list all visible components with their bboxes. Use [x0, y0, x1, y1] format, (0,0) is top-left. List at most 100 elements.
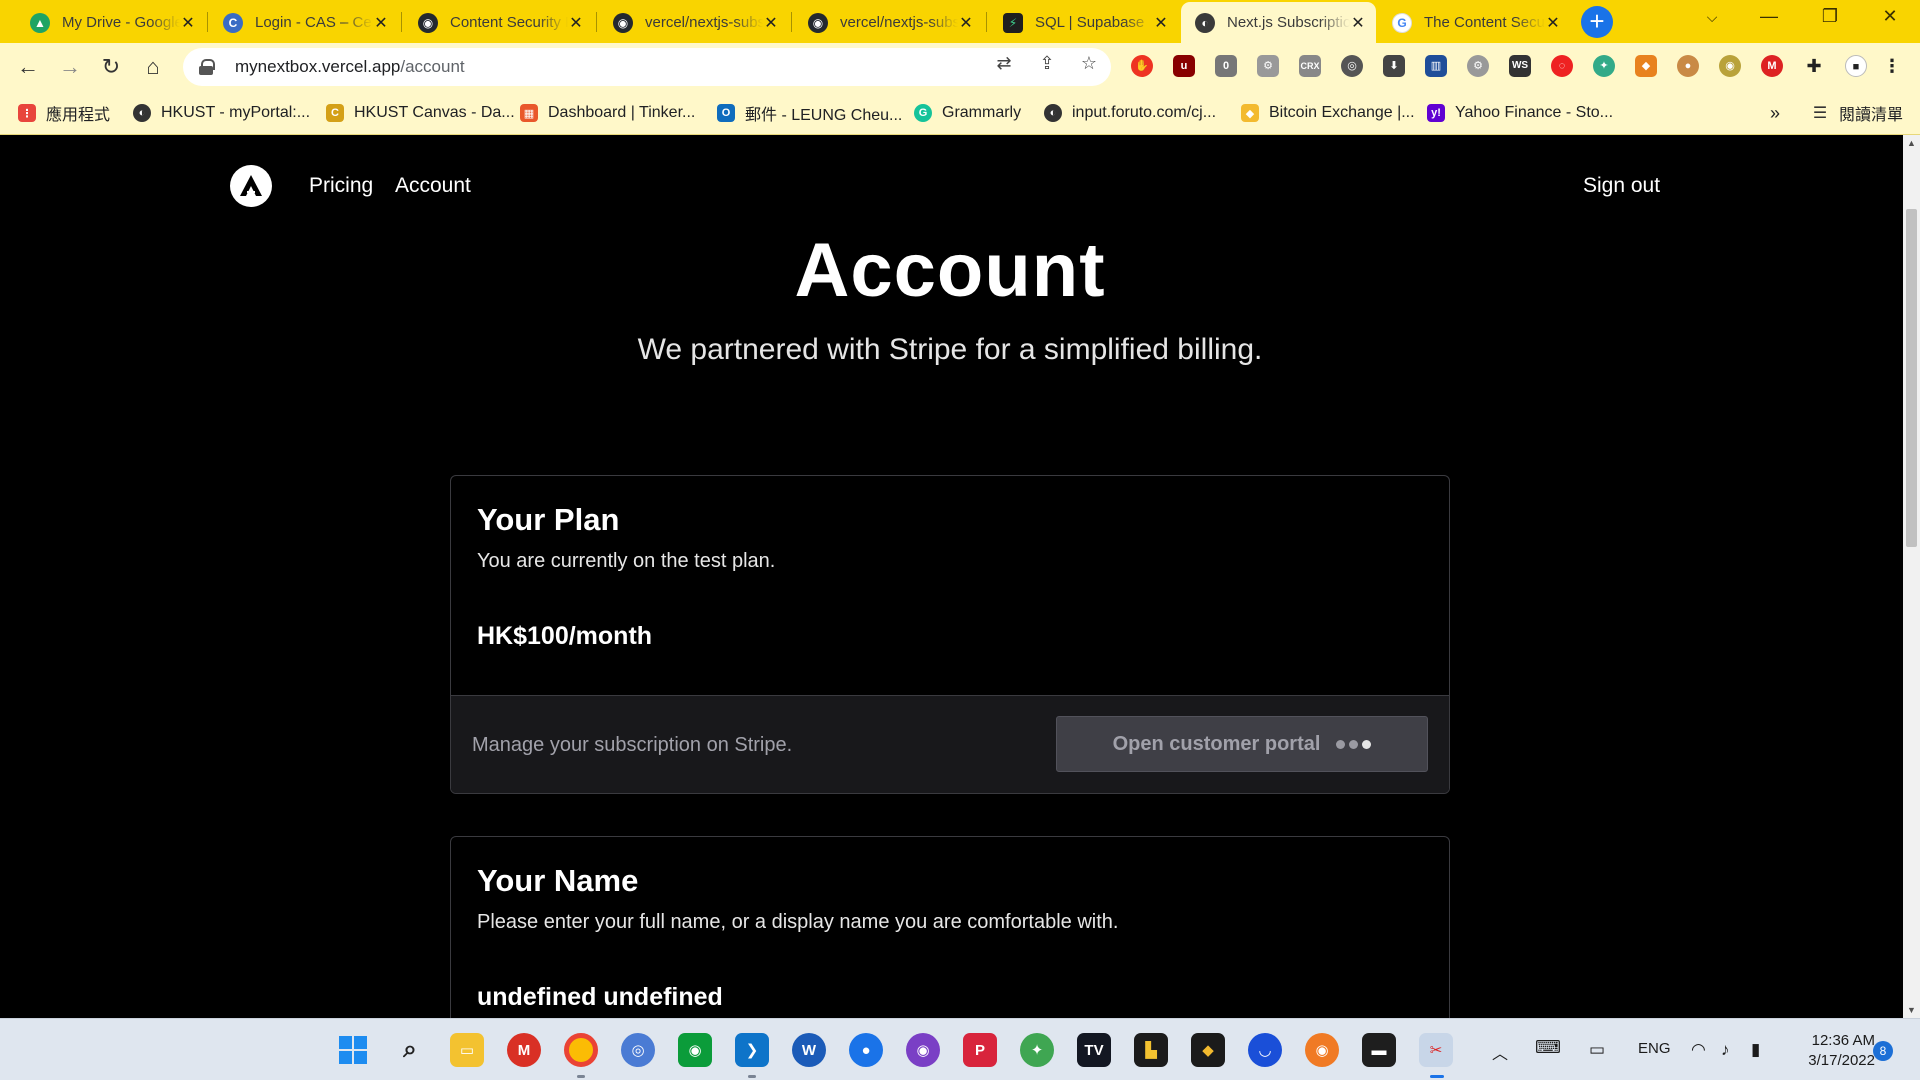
puzzle-icon[interactable]: ✚ — [1803, 55, 1825, 77]
maps-icon[interactable]: ● — [849, 1033, 883, 1067]
github-desktop-icon[interactable]: ◉ — [906, 1033, 940, 1067]
tab-supabase[interactable]: ⚡ SQL | Supabase ✕ — [989, 2, 1179, 43]
proxy-icon[interactable]: ⚙ — [1257, 55, 1279, 77]
reading-list[interactable]: ☰ 閱讀清單 — [1811, 91, 1903, 135]
outlook-icon: O — [717, 104, 735, 122]
settings-ext-icon[interactable]: ⚙ — [1467, 55, 1489, 77]
terminal-icon[interactable]: ▬ — [1362, 1033, 1396, 1067]
share-icon[interactable]: ⇪ — [1036, 52, 1058, 74]
trading-icon[interactable]: ✦ — [1020, 1033, 1054, 1067]
tab-my-drive[interactable]: ▲ My Drive - Google Drive ✕ — [16, 2, 206, 43]
messenger-icon[interactable]: ◡ — [1248, 1033, 1282, 1067]
bookmark-grammarly[interactable]: G Grammarly — [914, 91, 1021, 135]
tab-cas-login[interactable]: C Login - CAS – Central Authentication S… — [209, 2, 399, 43]
tab-content-security[interactable]: ◉ Content Security Policy ✕ — [404, 2, 594, 43]
tradingview-icon[interactable]: TV — [1077, 1033, 1111, 1067]
nav-pricing-link[interactable]: Pricing — [309, 174, 373, 198]
tab-title: SQL | Supabase — [1035, 14, 1145, 31]
crx-icon[interactable]: CRX — [1299, 55, 1321, 77]
close-window-icon[interactable]: ✕ — [1866, 6, 1914, 27]
bookmarks-overflow[interactable]: » — [1770, 91, 1780, 135]
chrome-profile-icon[interactable]: ◎ — [621, 1033, 655, 1067]
close-icon[interactable]: ✕ — [1545, 13, 1561, 33]
minimize-icon[interactable]: — — [1745, 6, 1793, 27]
pdf-icon[interactable]: P — [963, 1033, 997, 1067]
bookmark-star-icon[interactable]: ☆ — [1078, 52, 1100, 74]
tab-search-icon[interactable]: ⌵ — [1688, 9, 1736, 26]
windows-start-icon[interactable] — [336, 1033, 370, 1067]
bookmark-myportal[interactable]: ◐ HKUST - myPortal:... — [133, 91, 310, 135]
reload-icon[interactable]: ↻ — [97, 53, 125, 81]
coin-icon[interactable]: ◉ — [1719, 55, 1741, 77]
close-icon[interactable]: ✕ — [763, 13, 779, 33]
tab-nextjs-subscription[interactable]: ◐ Next.js Subscription Starter ✕ — [1181, 2, 1376, 43]
gmail-ext-icon[interactable]: M — [1761, 55, 1783, 77]
ublock-icon[interactable]: u — [1173, 55, 1195, 77]
keyboard-icon[interactable]: ⌨ — [1535, 1037, 1561, 1058]
avatar[interactable]: ■ — [1845, 55, 1867, 77]
close-icon[interactable]: ✕ — [180, 13, 196, 33]
download-icon[interactable]: ⬇ — [1383, 55, 1405, 77]
bookmark-label: 郵件 - LEUNG Cheu... — [745, 107, 903, 124]
logo[interactable] — [230, 165, 272, 207]
snipping-tool-icon[interactable]: ✂ — [1419, 1033, 1453, 1067]
vscode-icon[interactable]: ❯ — [735, 1033, 769, 1067]
language-indicator[interactable]: ENG — [1638, 1040, 1671, 1057]
page-scrollbar[interactable]: ▲ ▼ — [1903, 135, 1920, 1018]
binance-icon[interactable]: ◆ — [1191, 1033, 1225, 1067]
scrollbar-thumb[interactable] — [1906, 209, 1917, 547]
tab-content-security-google[interactable]: G The Content Security Policy ✕ — [1378, 2, 1571, 43]
adblock-icon[interactable]: ✋ — [1131, 55, 1153, 77]
forward-icon[interactable]: → — [56, 53, 84, 81]
tab-github-repo-1[interactable]: ◉ vercel/nextjs-subscription-payments ✕ — [599, 2, 789, 43]
lastpass-icon[interactable]: ◌ — [1551, 55, 1573, 77]
tablet-icon[interactable]: ▭ — [1589, 1040, 1605, 1060]
translate-icon[interactable]: ⇄ — [993, 52, 1015, 74]
close-icon[interactable]: ✕ — [1350, 13, 1366, 33]
search-icon[interactable]: ⌕ — [393, 1033, 427, 1067]
bookmark-bitcoin[interactable]: ◆ Bitcoin Exchange |... — [1241, 91, 1415, 135]
volume-icon[interactable]: ♪ — [1721, 1040, 1730, 1060]
bookmark-outlook[interactable]: O 郵件 - LEUNG Cheu... — [717, 91, 902, 135]
close-icon[interactable]: ✕ — [958, 13, 974, 33]
metamask-icon[interactable]: ◆ — [1635, 55, 1657, 77]
postman-icon[interactable]: ◉ — [1305, 1033, 1339, 1067]
bookmark-tinkercad[interactable]: ▦ Dashboard | Tinker... — [520, 91, 695, 135]
nav-account-link[interactable]: Account — [395, 174, 471, 198]
close-icon[interactable]: ✕ — [373, 13, 389, 33]
cookie-icon[interactable]: ● — [1677, 55, 1699, 77]
open-customer-portal-button[interactable]: Open customer portal — [1056, 716, 1428, 772]
color-picker-icon[interactable]: ✦ — [1593, 55, 1615, 77]
tab-github-repo-2[interactable]: ◉ vercel/nextjs-subscription-payments ✕ — [794, 2, 984, 43]
notification-badge[interactable]: 8 — [1873, 1041, 1893, 1061]
line-icon[interactable]: ◉ — [678, 1033, 712, 1067]
tray-chevron-icon[interactable]: ︿ — [1492, 1040, 1508, 1064]
scroll-down-icon[interactable]: ▼ — [1903, 1005, 1920, 1015]
close-icon[interactable]: ✕ — [568, 13, 584, 33]
bookmark-apps[interactable]: ⋮ 應用程式 — [18, 91, 110, 135]
close-icon[interactable]: ✕ — [1153, 13, 1169, 33]
word-icon[interactable]: W — [792, 1033, 826, 1067]
ws-icon[interactable]: WS — [1509, 55, 1531, 77]
chrome-icon[interactable] — [564, 1033, 598, 1067]
address-bar[interactable]: mynextbox.vercel.app/account — [183, 48, 1111, 86]
menu-icon[interactable]: ⋮ — [1881, 55, 1903, 77]
sign-out-link[interactable]: Sign out — [1583, 174, 1660, 198]
extension-badge-icon[interactable]: 0 — [1215, 55, 1237, 77]
bookmark-yahoo[interactable]: y! Yahoo Finance - Sto... — [1427, 91, 1613, 135]
clock[interactable]: 12:36 AM 3/17/2022 — [1795, 1031, 1875, 1071]
battery-icon[interactable]: ▮ — [1751, 1040, 1760, 1060]
home-icon[interactable]: ⌂ — [139, 53, 167, 81]
bookmark-canvas[interactable]: C HKUST Canvas - Da... — [326, 91, 515, 135]
restore-icon[interactable]: ❐ — [1806, 6, 1854, 27]
chart-app-icon[interactable]: ▙ — [1134, 1033, 1168, 1067]
scroll-up-icon[interactable]: ▲ — [1903, 138, 1920, 148]
gmail-icon[interactable]: M — [507, 1033, 541, 1067]
new-tab-button[interactable]: + — [1581, 6, 1613, 38]
file-explorer-icon[interactable]: ▭ — [450, 1033, 484, 1067]
chart-icon[interactable]: ▥ — [1425, 55, 1447, 77]
film-icon[interactable]: ◎ — [1341, 55, 1363, 77]
back-icon[interactable]: ← — [14, 53, 42, 81]
bookmark-foruto[interactable]: ◐ input.foruto.com/cj... — [1044, 91, 1216, 135]
wifi-icon[interactable]: ◠ — [1691, 1040, 1706, 1060]
